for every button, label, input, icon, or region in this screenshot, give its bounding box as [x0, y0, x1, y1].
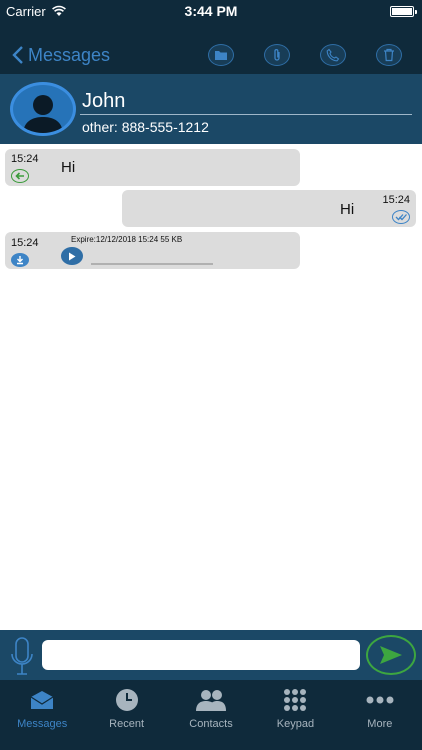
back-label: Messages: [28, 44, 111, 65]
battery-icon: [390, 6, 417, 17]
tab-more[interactable]: More: [338, 680, 422, 750]
paperclip-icon: [274, 49, 280, 61]
clock-time: 3:44 PM: [184, 3, 238, 19]
audio-info: Expire:12/12/2018 15:24 55 KB: [71, 235, 183, 244]
double-check-icon: [392, 210, 410, 224]
message-time: 15:24: [11, 237, 39, 249]
message-bubble-audio[interactable]: 15:24 Expire:12/12/2018 15:24 55 KB: [5, 232, 300, 269]
tab-label: Messages: [17, 718, 68, 730]
clock-icon: [110, 686, 144, 714]
more-icon: [363, 686, 397, 714]
play-button[interactable]: [61, 247, 83, 265]
delete-button[interactable]: [376, 44, 402, 66]
folder-icon: [215, 51, 227, 60]
contact-header[interactable]: John other: 888-555-1212: [0, 74, 422, 144]
keypad-icon: [278, 686, 312, 714]
composer-bar: [0, 630, 422, 680]
message-text: Hi: [61, 159, 76, 176]
envelope-icon: [25, 686, 59, 714]
tab-label: Contacts: [189, 718, 233, 730]
message-time: 15:24: [382, 194, 410, 206]
contact-phone: other: 888-555-1212: [82, 119, 209, 135]
message-bubble-incoming[interactable]: 15:24 Hi: [5, 149, 300, 186]
reply-arrow-icon: [11, 169, 29, 183]
top-bar: Carrier 3:44 PM Messages: [0, 0, 422, 74]
message-time: 15:24: [11, 153, 39, 165]
send-icon: [380, 646, 402, 664]
message-text: Hi: [340, 201, 355, 218]
contacts-icon: [194, 686, 228, 714]
avatar[interactable]: [10, 82, 76, 136]
tab-label: More: [367, 718, 393, 730]
divider: [80, 114, 412, 115]
folder-button[interactable]: [208, 44, 234, 66]
back-button[interactable]: Messages: [12, 42, 110, 68]
tab-recent[interactable]: Recent: [84, 680, 168, 750]
trash-icon: [384, 48, 394, 62]
tab-bar: Messages Recent Contacts Keypad More: [0, 680, 422, 750]
tab-keypad[interactable]: Keypad: [253, 680, 337, 750]
download-icon[interactable]: [11, 253, 29, 267]
contact-name: John: [82, 90, 126, 112]
tab-label: Recent: [109, 718, 145, 730]
tab-messages[interactable]: Messages: [0, 680, 84, 750]
status-bar: Carrier 3:44 PM: [0, 0, 422, 22]
message-input[interactable]: [42, 640, 360, 670]
message-bubble-outgoing[interactable]: 15:24 Hi: [122, 190, 416, 227]
call-button[interactable]: [320, 44, 346, 66]
tab-label: Keypad: [276, 718, 315, 730]
play-icon: [69, 252, 76, 260]
person-silhouette-icon: [23, 95, 63, 133]
attach-button[interactable]: [264, 44, 290, 66]
phone-icon: [326, 48, 340, 62]
tab-contacts[interactable]: Contacts: [169, 680, 253, 750]
microphone-icon[interactable]: [8, 636, 36, 676]
chevron-left-icon: [12, 46, 23, 64]
audio-progress-track[interactable]: [91, 263, 213, 265]
send-button[interactable]: [366, 635, 416, 675]
